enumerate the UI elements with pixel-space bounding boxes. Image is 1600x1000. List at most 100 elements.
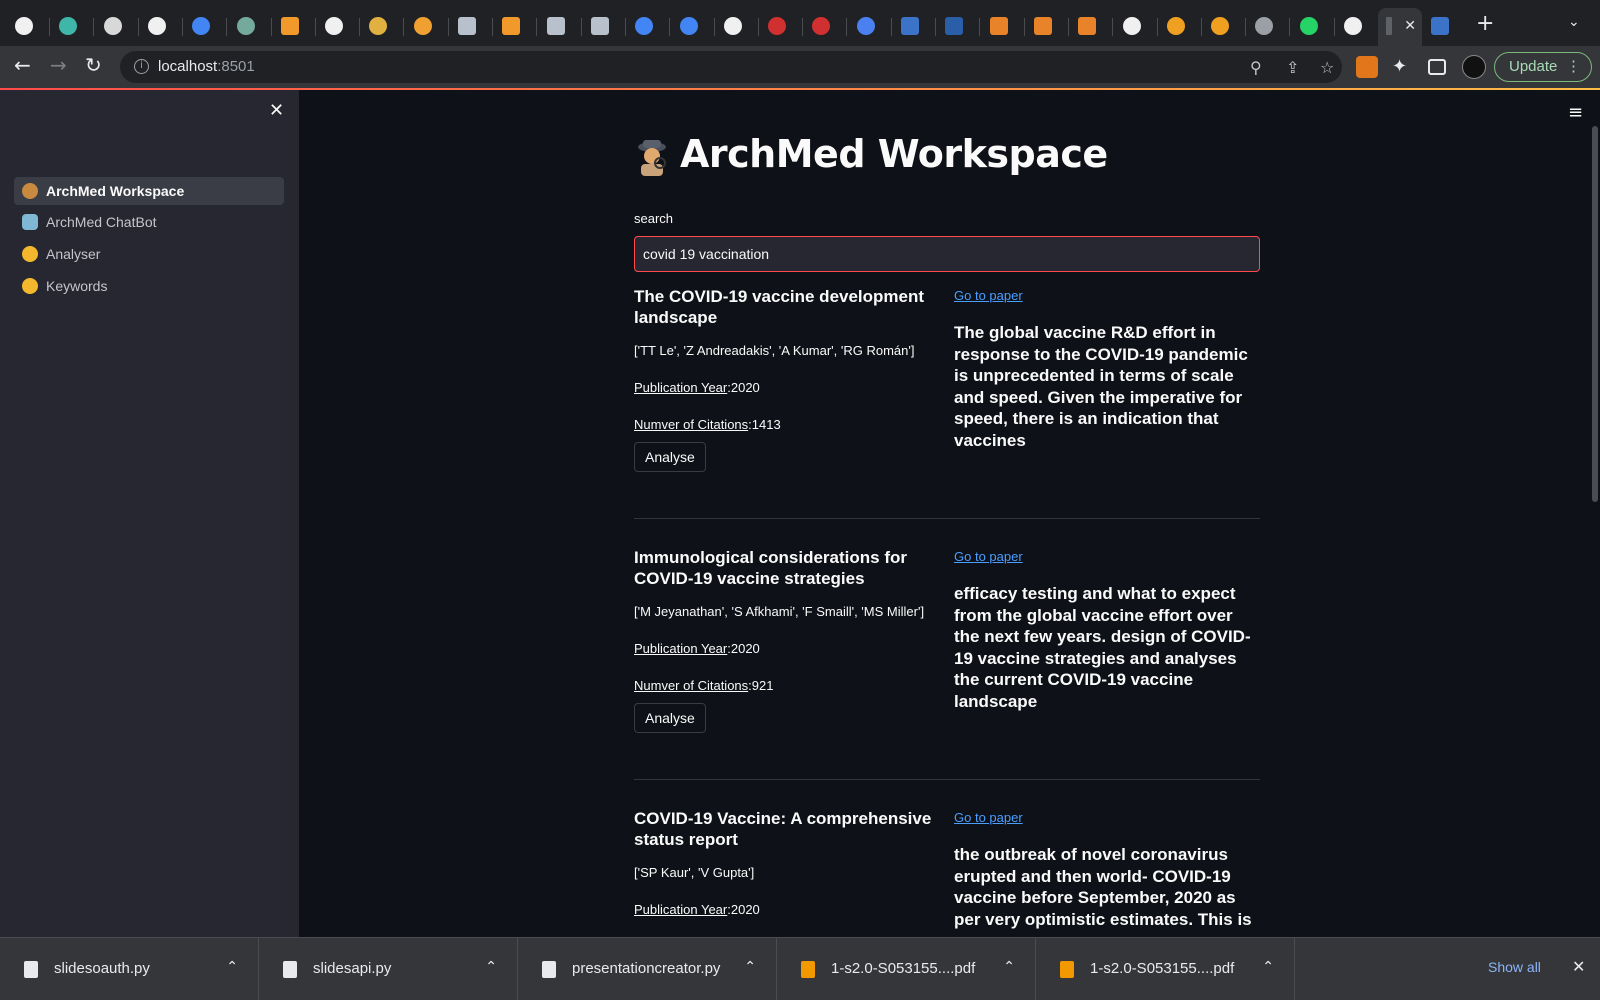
analyse-button[interactable]: Analyse — [634, 442, 706, 472]
sidebar-item-label: Analyser — [46, 246, 101, 262]
bookmark-star-icon[interactable]: ☆ — [1320, 58, 1334, 77]
analyse-button[interactable]: Analyse — [634, 703, 706, 733]
site-info-icon[interactable]: i — [134, 59, 149, 74]
extensions-puzzle-icon[interactable]: ✦ — [1392, 56, 1414, 78]
paper-title: COVID-19 Vaccine: A comprehensive status… — [634, 809, 932, 849]
infinity-icon — [1211, 17, 1230, 35]
python-file-icon — [24, 961, 38, 978]
browser-tab[interactable] — [628, 8, 671, 46]
browser-tab[interactable] — [850, 8, 892, 46]
browser-toolbar: ← → ↻ i localhost:8501 ⚲ ⇪ ☆ ✦ Update ⋮ — [0, 46, 1600, 88]
scrollbar[interactable] — [1592, 126, 1598, 502]
infinity-icon — [1166, 17, 1185, 35]
tab-azure[interactable] — [1424, 8, 1466, 46]
sidebar-item-analyser[interactable]: Analyser — [14, 240, 284, 268]
chrome-icon — [369, 17, 388, 35]
download-item[interactable]: presentationcreator.py ⌃ — [518, 938, 777, 1000]
browser-tab[interactable] — [1071, 8, 1114, 46]
go-to-paper-link[interactable]: Go to paper — [954, 810, 1023, 825]
crown-icon — [768, 17, 787, 35]
tab-search-chevron-icon[interactable]: ⌄ — [1568, 14, 1580, 30]
browser-tab[interactable] — [97, 8, 139, 46]
browser-tab[interactable] — [1248, 8, 1291, 46]
sidebar-item-archmed-workspace[interactable]: ArchMed Workspace — [14, 177, 284, 205]
browser-tab[interactable] — [407, 8, 449, 46]
forward-icon[interactable]: → — [50, 54, 67, 76]
share-icon[interactable]: ⇪ — [1286, 58, 1299, 77]
chevron-up-icon[interactable]: ⌃ — [485, 959, 497, 975]
browser-tab[interactable] — [495, 8, 538, 46]
back-icon[interactable]: ← — [14, 54, 31, 76]
side-panel-icon[interactable] — [1428, 59, 1446, 75]
browser-tab[interactable] — [1204, 8, 1247, 46]
browser-tab[interactable] — [983, 8, 1025, 46]
profile-avatar[interactable] — [1462, 55, 1486, 79]
browser-tab[interactable] — [894, 8, 936, 46]
download-filename: slidesoauth.py — [54, 960, 150, 977]
close-sidebar-icon[interactable]: ✕ — [269, 100, 284, 121]
zoom-icon[interactable]: ⚲ — [1250, 58, 1262, 77]
paper-abstract: the outbreak of novel coronavirus erupte… — [954, 845, 1252, 929]
show-all-downloads-link[interactable]: Show all — [1488, 959, 1541, 975]
browser-tab[interactable] — [1116, 8, 1158, 46]
close-download-bar-icon[interactable]: ✕ — [1572, 957, 1585, 976]
search-label: search — [634, 211, 674, 226]
tab-separator — [93, 18, 95, 36]
new-tab-icon[interactable]: + — [1476, 13, 1494, 35]
browser-tab[interactable] — [1160, 8, 1202, 46]
browser-tab[interactable] — [451, 8, 493, 46]
paper-authors: ['TT Le', 'Z Andreadakis', 'A Kumar', 'R… — [634, 343, 915, 358]
tab-separator — [1067, 18, 1069, 36]
close-tab-icon[interactable]: ✕ — [1404, 18, 1416, 34]
tab-separator — [447, 18, 449, 36]
sidebar-item-keywords[interactable]: Keywords — [14, 272, 284, 300]
reload-icon[interactable]: ↻ — [85, 54, 102, 76]
browser-tab[interactable] — [318, 8, 361, 46]
result-card: COVID-19 Vaccine: A comprehensive status… — [634, 808, 1260, 937]
browser-tab[interactable] — [8, 8, 50, 46]
browser-tab[interactable] — [52, 8, 95, 46]
search-input[interactable] — [634, 236, 1260, 272]
browser-tab[interactable] — [1293, 8, 1335, 46]
address-bar[interactable]: i localhost:8501 ⚲ ⇪ ☆ — [120, 51, 1342, 83]
download-item[interactable]: 1-s2.0-S053155....pdf ⌃ — [777, 938, 1036, 1000]
browser-tab[interactable] — [938, 8, 981, 46]
browser-tab[interactable] — [717, 8, 759, 46]
browser-tab[interactable] — [1337, 8, 1379, 46]
download-item[interactable]: 1-s2.0-S053155....pdf ⌃ — [1036, 938, 1295, 1000]
divider — [634, 518, 1260, 519]
url-text[interactable]: localhost:8501 — [158, 58, 255, 75]
browser-tab[interactable] — [540, 8, 582, 46]
download-item[interactable]: slidesoauth.py ⌃ — [0, 938, 259, 1000]
tab-active[interactable]: ✕ — [1378, 8, 1422, 46]
github-icon — [15, 17, 33, 35]
chevron-up-icon[interactable]: ⌃ — [226, 959, 238, 975]
sidebar-item-archmed-chatbot[interactable]: ArchMed ChatBot — [14, 208, 284, 236]
metamask-icon[interactable] — [1356, 56, 1378, 78]
download-filename: slidesapi.py — [313, 960, 392, 977]
browser-tab[interactable] — [805, 8, 848, 46]
main-menu-icon[interactable]: ≡ — [1568, 102, 1583, 123]
browser-tab[interactable] — [230, 8, 272, 46]
tab-separator — [1112, 18, 1114, 36]
chevron-up-icon[interactable]: ⌃ — [744, 959, 756, 975]
more-menu-icon[interactable]: ⋮ — [1566, 53, 1581, 81]
browser-tab[interactable] — [274, 8, 316, 46]
download-item[interactable]: slidesapi.py ⌃ — [259, 938, 518, 1000]
citation-count: Numver of Citations:921 — [634, 678, 774, 693]
chevron-up-icon[interactable]: ⌃ — [1262, 959, 1274, 975]
browser-tab[interactable] — [362, 8, 405, 46]
chevron-up-icon[interactable]: ⌃ — [1003, 959, 1015, 975]
update-button[interactable]: Update ⋮ — [1494, 52, 1592, 82]
browser-tab[interactable] — [185, 8, 228, 46]
paper-title: Immunological considerations for COVID-1… — [634, 548, 907, 588]
browser-tab[interactable] — [1027, 8, 1069, 46]
browser-tab[interactable] — [761, 8, 804, 46]
browser-tab[interactable] — [584, 8, 626, 46]
tab-separator — [226, 18, 228, 36]
browser-tab[interactable] — [141, 8, 183, 46]
tab-separator — [137, 18, 139, 36]
browser-tab[interactable] — [673, 8, 715, 46]
go-to-paper-link[interactable]: Go to paper — [954, 288, 1023, 303]
go-to-paper-link[interactable]: Go to paper — [954, 549, 1023, 564]
